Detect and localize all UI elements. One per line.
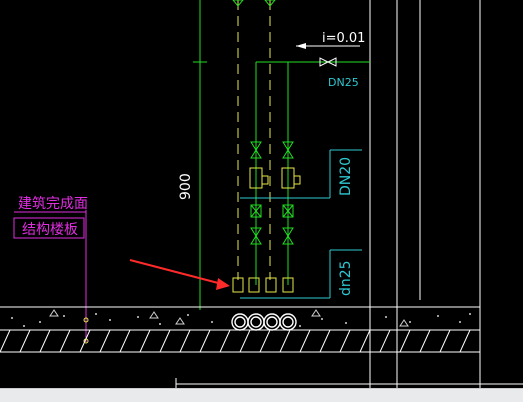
ball-valve-icon[interactable]	[250, 227, 294, 245]
check-valve-icon[interactable]	[249, 167, 301, 189]
status-bar	[0, 388, 523, 402]
dn25-low-label: dn25	[338, 260, 354, 296]
manifold-box[interactable]	[232, 277, 294, 293]
slope-label: i=0.01	[322, 31, 365, 46]
structure-slab-label: 结构楼板	[22, 222, 78, 238]
ball-valve-icon[interactable]	[250, 141, 294, 159]
slope-arrowhead	[296, 43, 306, 49]
concrete-hatch	[49, 309, 409, 327]
cad-canvas[interactable]: i=0.01 DN25 DN20 dn25 900 建筑完成面 结构楼板	[0, 0, 523, 401]
arrow-pointer-icon	[129, 259, 230, 290]
dn25-top-label: DN25	[328, 76, 359, 89]
dim-900-label: 900	[178, 173, 194, 200]
slab-hatch	[0, 329, 471, 353]
dn20-label: DN20	[338, 157, 354, 196]
pipe-coil-icon[interactable]	[231, 313, 297, 331]
finish-floor-label: 建筑完成面	[18, 196, 88, 212]
gate-valve-icon[interactable]	[250, 204, 294, 218]
drawing-svg[interactable]: i=0.01 DN25 DN20 dn25 900 建筑完成面 结构楼板	[0, 0, 523, 388]
gate-valve-icon[interactable]	[232, 0, 276, 7]
concrete-hatch	[11, 313, 471, 327]
